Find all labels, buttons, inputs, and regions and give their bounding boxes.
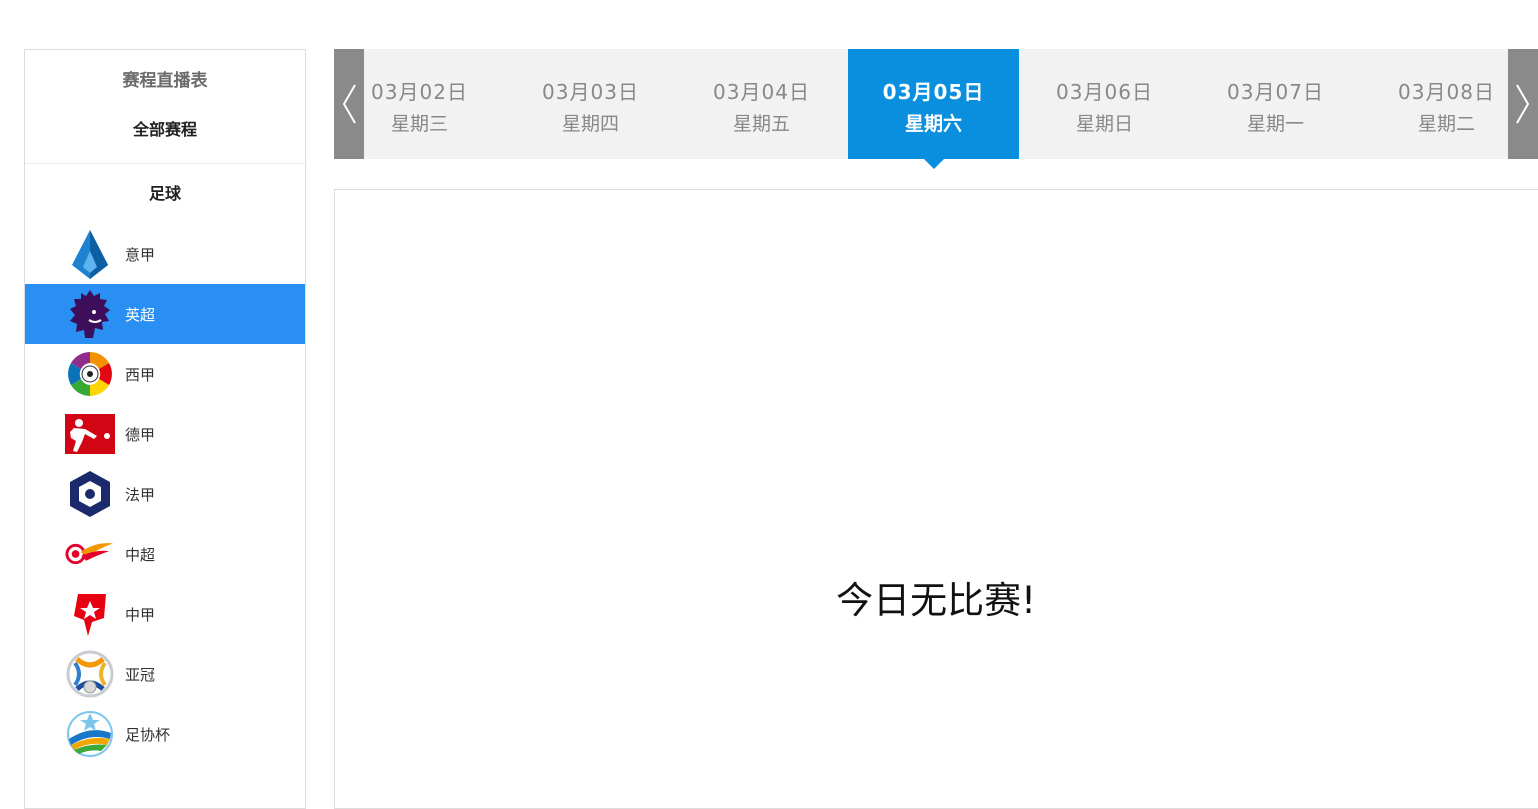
date-tab-date: 03月08日 — [1398, 80, 1495, 104]
date-tab-weekday: 星期六 — [904, 113, 962, 135]
date-tab-0307[interactable]: 03月07日 星期一 — [1190, 49, 1361, 159]
date-tab-weekday: 星期一 — [1246, 113, 1304, 135]
date-tab-weekday: 星期二 — [1417, 113, 1475, 135]
sidebar-item-laliga[interactable]: 西甲 — [25, 344, 305, 404]
sidebar-item-premier-league[interactable]: 英超 — [25, 284, 305, 344]
sidebar-item-fa-cup[interactable]: 足协杯 — [25, 704, 305, 764]
sidebar-item-label: 德甲 — [125, 425, 156, 444]
china-league-one-logo-icon — [65, 589, 115, 639]
sidebar: 赛程直播表 全部赛程 足球 意甲 英超 西甲 德甲 法甲 中超 中甲 亚冠 足协… — [24, 49, 306, 809]
sidebar-all-schedule[interactable]: 全部赛程 — [25, 106, 305, 164]
sidebar-item-label: 足协杯 — [125, 725, 171, 744]
sidebar-item-ligue1[interactable]: 法甲 — [25, 464, 305, 524]
sidebar-item-label: 意甲 — [125, 245, 156, 264]
sidebar-item-serie-a[interactable]: 意甲 — [25, 224, 305, 284]
date-tab-weekday: 星期四 — [561, 113, 619, 135]
sidebar-item-bundesliga[interactable]: 德甲 — [25, 404, 305, 464]
ligue1-logo-icon — [65, 469, 115, 519]
date-tab-0308[interactable]: 03月08日 星期二 — [1361, 49, 1532, 159]
afc-champions-league-logo-icon — [65, 649, 115, 699]
sidebar-item-label: 英超 — [125, 305, 156, 324]
date-tab-date: 03月04日 — [713, 80, 810, 104]
no-matches-message: 今日无比赛! — [836, 579, 1036, 622]
schedule-content: 今日无比赛! — [334, 189, 1538, 809]
date-selector-bar: 03月02日 星期三 03月03日 星期四 03月04日 星期五 03月05日 … — [334, 49, 1538, 169]
sidebar-item-label: 中甲 — [125, 605, 156, 624]
date-tab-weekday: 星期日 — [1075, 113, 1133, 135]
chevron-right-icon — [1516, 84, 1530, 124]
sidebar-title: 赛程直播表 — [122, 71, 208, 91]
sidebar-item-china-league-one[interactable]: 中甲 — [25, 584, 305, 644]
date-tab-0304[interactable]: 03月04日 星期五 — [676, 49, 847, 159]
date-tab-date: 03月06日 — [1056, 80, 1153, 104]
date-tab-0303[interactable]: 03月03日 星期四 — [505, 49, 676, 159]
sidebar-item-csl[interactable]: 中超 — [25, 524, 305, 584]
date-tab-weekday: 星期三 — [390, 113, 448, 135]
serie-a-logo-icon — [65, 229, 115, 279]
date-tab-date: 03月05日 — [882, 80, 985, 104]
premier-league-lion-icon — [65, 289, 115, 339]
sidebar-section-football: 足球 — [148, 184, 181, 203]
date-tab-0302[interactable]: 03月02日 星期三 — [334, 49, 505, 159]
sidebar-item-label: 法甲 — [125, 485, 156, 504]
date-tab-date: 03月07日 — [1227, 80, 1324, 104]
fa-cup-logo-icon — [65, 709, 115, 759]
laliga-logo-icon — [65, 349, 115, 399]
bundesliga-logo-icon — [65, 409, 115, 459]
date-tab-0305[interactable]: 03月05日 星期六 — [848, 49, 1019, 169]
date-tab-weekday: 星期五 — [732, 113, 790, 135]
sidebar-item-label: 亚冠 — [125, 665, 156, 684]
sidebar-item-label: 中超 — [125, 545, 156, 564]
sidebar-item-afc-champions-league[interactable]: 亚冠 — [25, 644, 305, 704]
date-tab-0306[interactable]: 03月06日 星期日 — [1019, 49, 1190, 159]
next-dates-button[interactable] — [1508, 49, 1538, 159]
date-tab-date: 03月02日 — [371, 80, 468, 104]
sidebar-item-label: 西甲 — [125, 365, 156, 384]
csl-logo-icon — [65, 529, 115, 579]
date-tab-date: 03月03日 — [542, 80, 639, 104]
